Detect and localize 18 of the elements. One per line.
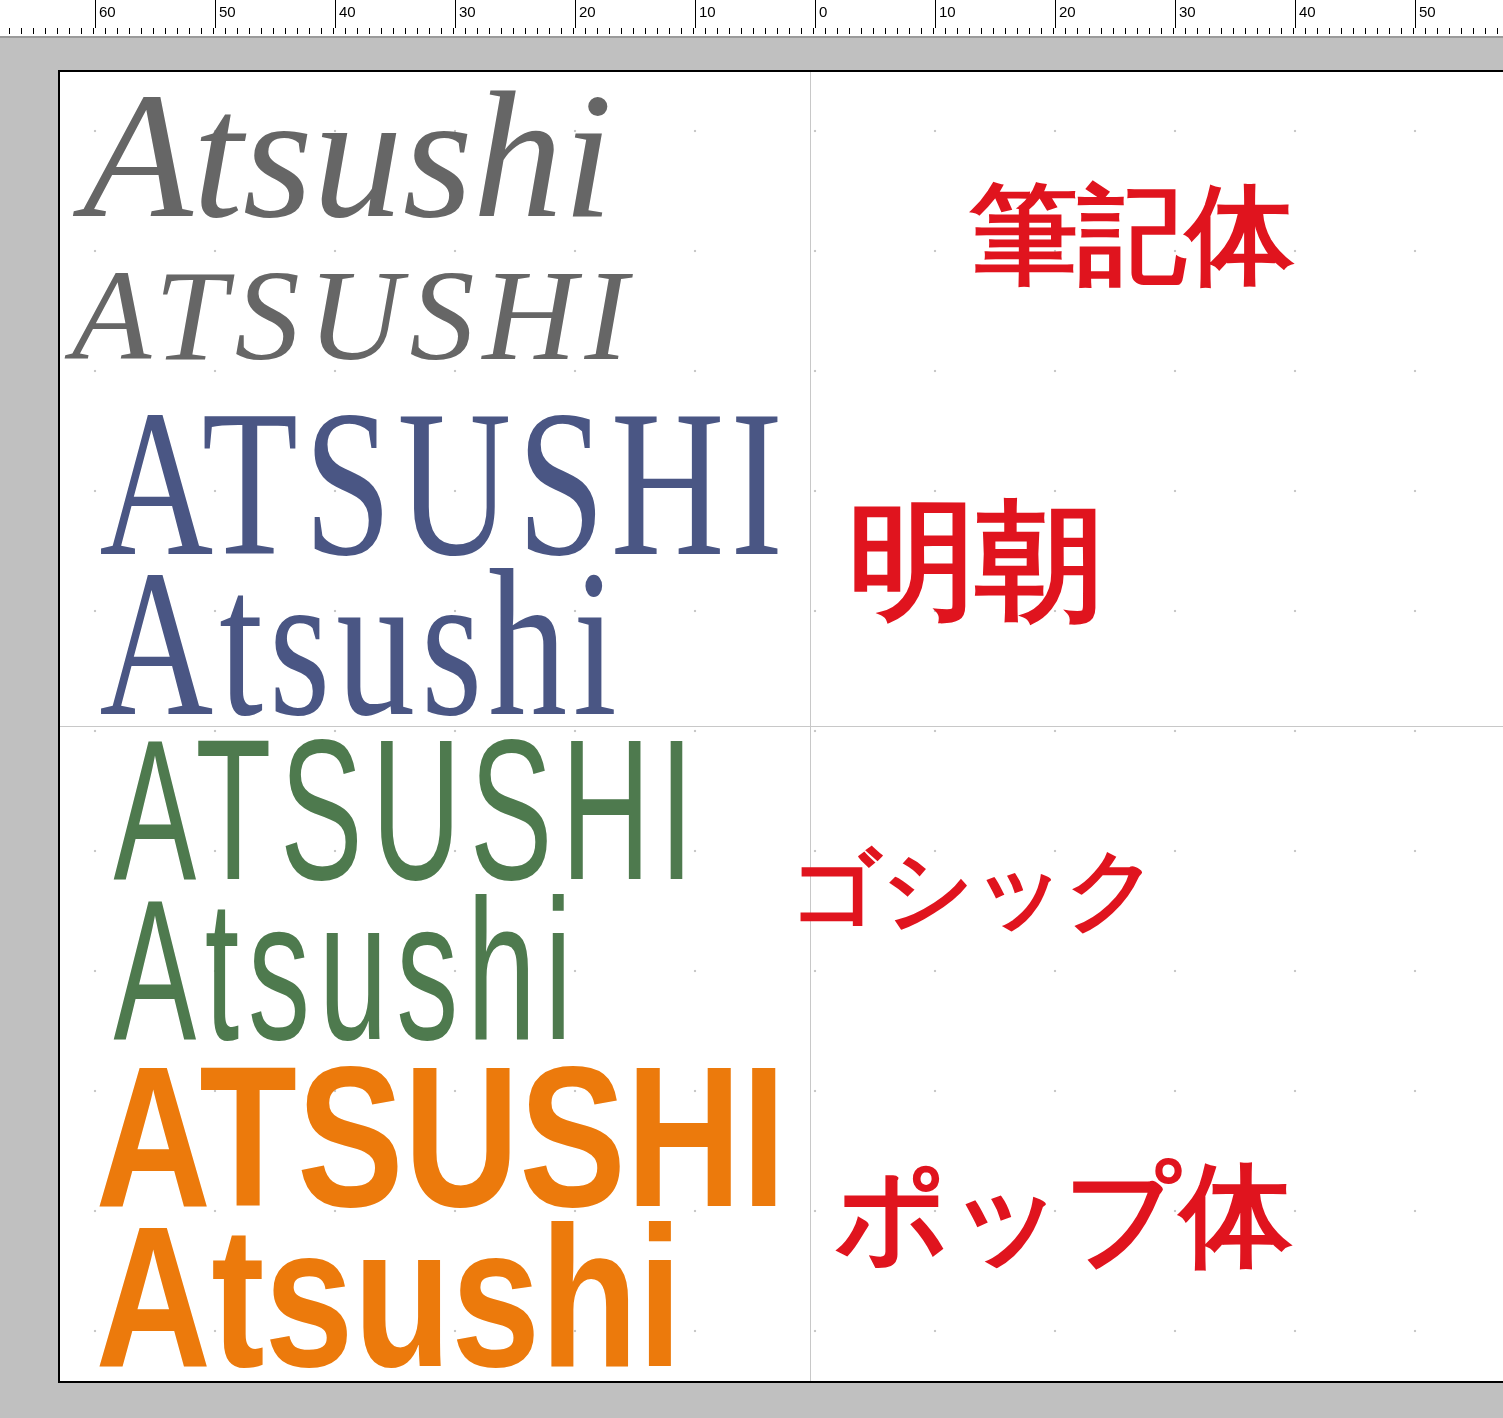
font-name-label: ポップ体: [835, 1149, 1292, 1282]
ruler-label: 60: [95, 0, 215, 28]
ruler-label: 30: [455, 0, 575, 28]
lettering-text: ATSUSHI: [64, 244, 652, 387]
ruler-label: 50: [215, 0, 335, 28]
font-name-label: ゴシック: [790, 834, 1158, 943]
lettering-text: Atsushi: [72, 72, 635, 246]
ruler-label: 40: [335, 0, 455, 28]
ruler-label: 10: [695, 0, 815, 28]
ruler-label: 30: [1175, 0, 1295, 28]
font-name-label: 筆記体: [970, 170, 1294, 299]
ruler-label: 0: [815, 0, 935, 28]
ruler-label: 20: [1055, 0, 1175, 28]
ruler-label: 40: [1295, 0, 1415, 28]
ruler-label: 20: [575, 0, 695, 28]
ruler-label: 50: [1415, 0, 1503, 28]
font-name-label: 明朝: [848, 485, 1104, 637]
ruler-label: 10: [935, 0, 1055, 28]
